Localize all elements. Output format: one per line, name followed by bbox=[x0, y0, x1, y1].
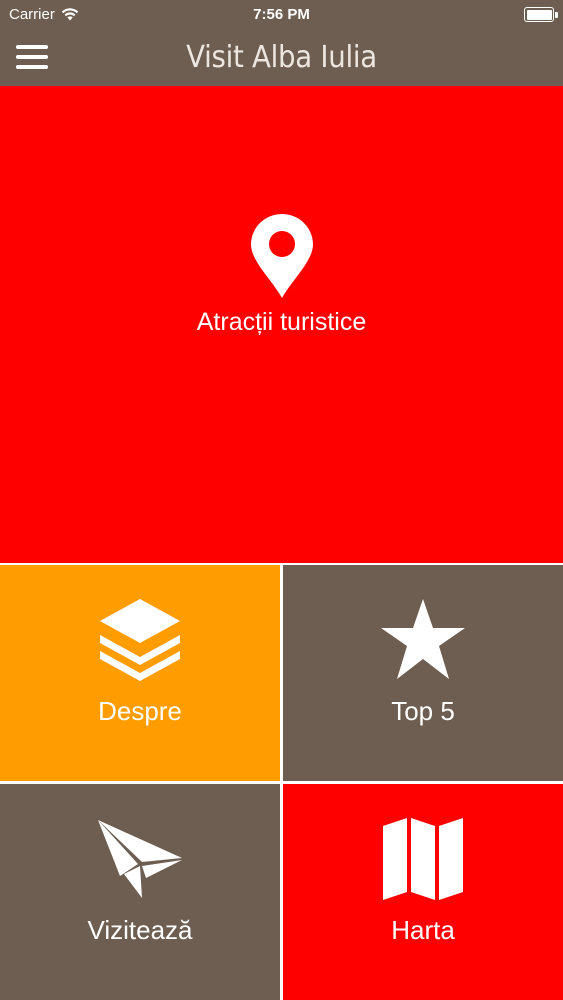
tile-top-5[interactable]: Top 5 bbox=[283, 565, 563, 781]
battery-tip bbox=[555, 12, 558, 18]
paper-plane-icon bbox=[98, 820, 182, 898]
tile-label-top-5: Top 5 bbox=[391, 696, 455, 726]
tile-label-viziteaza: Vizitează bbox=[87, 915, 193, 945]
star-icon bbox=[381, 599, 465, 679]
tile-label-harta: Harta bbox=[391, 915, 455, 945]
navigation-bar: Visit Alba Iulia bbox=[0, 30, 563, 86]
tile-label-atractii-turistice: Atracții turistice bbox=[196, 308, 367, 336]
tile-viziteaza[interactable]: Vizitează bbox=[0, 784, 280, 1000]
tile-atractii-turistice[interactable]: Atracții turistice bbox=[0, 86, 563, 563]
status-time: 7:56 PM bbox=[253, 6, 310, 23]
layers-icon bbox=[100, 599, 180, 681]
status-bar: Carrier 7:56 PM bbox=[0, 0, 563, 30]
tile-label-despre: Despre bbox=[98, 696, 182, 726]
tile-harta[interactable]: Harta bbox=[283, 784, 563, 1000]
map-pin-icon bbox=[250, 214, 313, 298]
map-icon bbox=[383, 818, 463, 900]
tile-despre[interactable]: Despre bbox=[0, 565, 280, 781]
page-title: Visit Alba Iulia bbox=[186, 40, 377, 75]
battery-icon bbox=[524, 7, 554, 22]
